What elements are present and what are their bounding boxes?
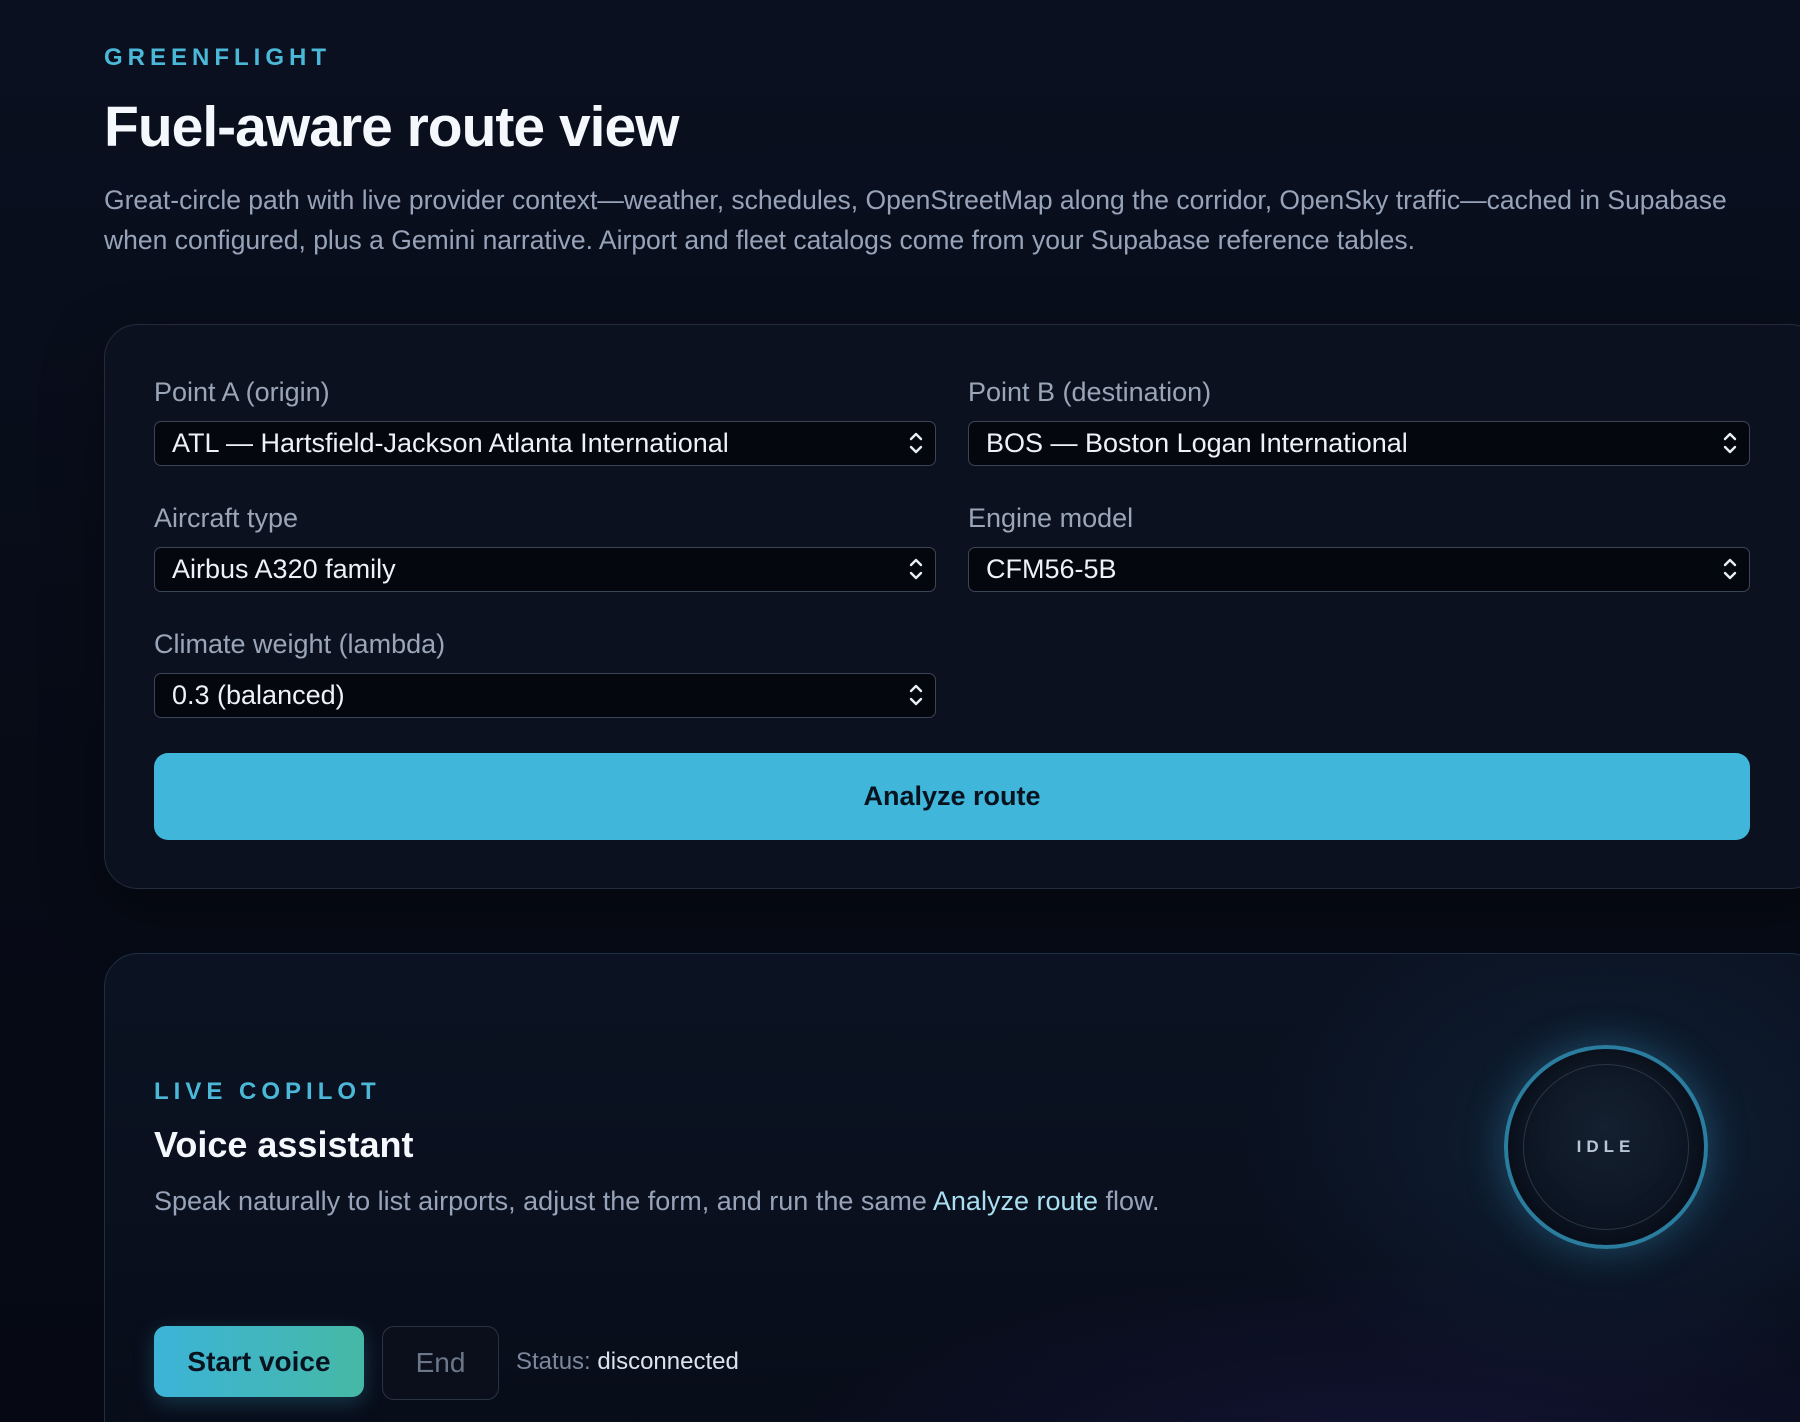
end-voice-button[interactable]: End — [382, 1326, 499, 1400]
origin-field: Point A (origin) ATL — Hartsfield-Jackso… — [154, 375, 936, 466]
destination-label: Point B (destination) — [968, 377, 1212, 407]
page: GREENFLIGHT Fuel-aware route view Great-… — [104, 0, 1800, 1422]
copilot-eyebrow: LIVE COPILOT — [154, 1078, 381, 1105]
aircraft-select[interactable]: Airbus A320 family — [154, 547, 936, 592]
copilot-desc-text: Speak naturally to list airports, adjust… — [154, 1186, 933, 1216]
route-form-card: Point A (origin) ATL — Hartsfield-Jackso… — [104, 324, 1800, 889]
brand-eyebrow: GREENFLIGHT — [104, 44, 331, 71]
status-label: Status: — [516, 1348, 591, 1375]
page-description: Great-circle path with live provider con… — [104, 185, 1727, 255]
connection-status: Status: disconnected — [516, 1348, 739, 1376]
destination-field: Point B (destination) BOS — Boston Logan… — [968, 375, 1750, 466]
destination-value: BOS — Boston Logan International — [986, 428, 1408, 458]
aircraft-label: Aircraft type — [154, 503, 299, 533]
climate-select[interactable]: 0.3 (balanced) — [154, 673, 936, 718]
origin-value: ATL — Hartsfield-Jackson Atlanta Interna… — [172, 428, 729, 458]
copilot-desc-highlight: Analyze route — [932, 1186, 1099, 1216]
chevron-up-down-icon — [909, 558, 923, 580]
climate-value: 0.3 (balanced) — [172, 680, 345, 710]
aircraft-value: Airbus A320 family — [172, 554, 396, 584]
climate-label: Climate weight (lambda) — [154, 629, 446, 659]
engine-select[interactable]: CFM56-5B — [968, 547, 1750, 592]
status-value: disconnected — [597, 1348, 739, 1375]
climate-field: Climate weight (lambda) 0.3 (balanced) — [154, 627, 936, 718]
origin-label: Point A (origin) — [154, 377, 330, 407]
analyze-route-button[interactable]: Analyze route — [154, 753, 1750, 840]
copilot-desc-tail: flow. — [1098, 1186, 1160, 1216]
origin-select[interactable]: ATL — Hartsfield-Jackson Atlanta Interna… — [154, 421, 936, 466]
start-voice-button[interactable]: Start voice — [154, 1326, 364, 1397]
voice-status-orb: IDLE — [1504, 1045, 1708, 1249]
page-title: Fuel-aware route view — [104, 95, 680, 159]
aircraft-field: Aircraft type Airbus A320 family — [154, 501, 936, 592]
destination-select[interactable]: BOS — Boston Logan International — [968, 421, 1750, 466]
copilot-description: Speak naturally to list airports, adjust… — [154, 1186, 1160, 1217]
chevron-up-down-icon — [909, 684, 923, 706]
engine-label: Engine model — [968, 503, 1134, 533]
chevron-up-down-icon — [1723, 558, 1737, 580]
chevron-up-down-icon — [1723, 432, 1737, 454]
engine-value: CFM56-5B — [986, 554, 1117, 584]
live-copilot-card: LIVE COPILOT Voice assistant Speak natur… — [104, 953, 1800, 1422]
chevron-up-down-icon — [909, 432, 923, 454]
engine-field: Engine model CFM56-5B — [968, 501, 1750, 592]
copilot-title: Voice assistant — [154, 1124, 414, 1165]
orb-state-label: IDLE — [1576, 1137, 1636, 1156]
